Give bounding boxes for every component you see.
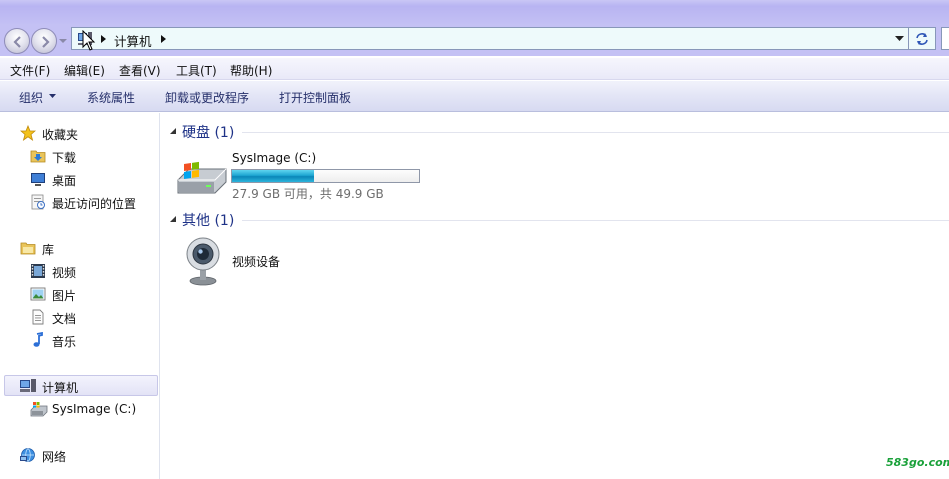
nav-desktop-label: 桌面	[52, 174, 77, 188]
group-divider	[242, 132, 949, 133]
address-bar[interactable]: 计算机	[71, 27, 909, 50]
watermark: 583go.com	[886, 456, 949, 469]
menu-view[interactable]: 查看(V)	[119, 62, 161, 79]
open-control-panel-button[interactable]: 打开控制面板	[279, 89, 351, 106]
organize-button[interactable]: 组织	[19, 89, 43, 106]
library-folder-icon	[20, 242, 36, 255]
group-divider	[242, 220, 949, 221]
menu-bar: 文件(F) 编辑(E) 查看(V) 工具(T) 帮助(H)	[0, 58, 949, 80]
hard-drive-icon	[177, 161, 227, 194]
forward-arrow-icon	[42, 36, 50, 48]
nav-favorites-label: 收藏夹	[42, 128, 79, 142]
back-button[interactable]	[4, 28, 30, 54]
mouse-cursor-icon	[82, 30, 96, 51]
nav-network-label: 网络	[42, 450, 67, 464]
address-row: 计算机	[0, 24, 949, 56]
drive-c-name: SysImage (C:)	[232, 151, 317, 165]
menu-file[interactable]: 文件(F)	[10, 62, 50, 79]
group-other-title: 其他 (1)	[182, 213, 235, 229]
nav-libraries-label: 库	[42, 243, 55, 257]
breadcrumb-computer[interactable]: 计算机	[114, 31, 152, 50]
collapse-triangle-icon[interactable]	[170, 216, 177, 223]
system-properties-button[interactable]: 系统属性	[87, 89, 135, 106]
navigation-pane: 收藏夹 下载 桌面 最近访问的位置 库 视频 图片 文档 音乐 计算机 SysI…	[0, 113, 160, 479]
network-icon	[20, 448, 35, 462]
star-icon	[20, 125, 36, 141]
refresh-icon	[916, 33, 928, 45]
address-dropdown-icon[interactable]	[895, 36, 904, 42]
document-icon	[32, 309, 44, 325]
drive-usage-fill	[232, 170, 315, 182]
breadcrumb-separator-icon[interactable]	[101, 35, 106, 43]
group-hard-disks-title: 硬盘 (1)	[182, 125, 235, 141]
refresh-button[interactable]	[909, 27, 936, 50]
collapse-triangle-icon[interactable]	[170, 128, 177, 135]
group-other[interactable]: 其他 (1)	[170, 210, 949, 230]
webcam-icon	[186, 237, 220, 286]
music-note-icon	[33, 332, 43, 347]
nav-downloads-label: 下载	[52, 151, 77, 165]
downloads-folder-icon	[30, 150, 46, 163]
menu-edit[interactable]: 编辑(E)	[64, 62, 105, 79]
recent-places-icon	[31, 194, 45, 210]
search-box[interactable]	[941, 27, 949, 50]
picture-icon	[30, 287, 46, 301]
recent-pages-dropdown-icon[interactable]	[58, 36, 68, 46]
forward-button[interactable]	[31, 28, 57, 54]
drive-usage-bar	[231, 169, 420, 183]
video-icon	[31, 264, 45, 278]
computer-icon	[20, 379, 36, 392]
nav-drive-c-label: SysImage (C:)	[52, 402, 137, 416]
video-device-name: 视频设备	[232, 255, 281, 269]
desktop-icon	[31, 173, 45, 186]
drive-free-space: 27.9 GB 可用，共 49.9 GB	[232, 187, 384, 201]
window-top-strip	[0, 0, 949, 26]
menu-tools[interactable]: 工具(T)	[176, 62, 217, 79]
nav-computer-label: 计算机	[42, 381, 79, 395]
back-arrow-icon	[13, 36, 21, 48]
uninstall-program-button[interactable]: 卸载或更改程序	[165, 89, 249, 106]
organize-dropdown-icon[interactable]	[49, 94, 56, 99]
menu-help[interactable]: 帮助(H)	[230, 62, 272, 79]
nav-music-label: 音乐	[52, 335, 77, 349]
nav-documents-label: 文档	[52, 312, 77, 326]
command-bar: 组织 系统属性 卸载或更改程序 打开控制面板	[0, 81, 949, 112]
nav-videos-label: 视频	[52, 266, 77, 280]
breadcrumb-separator-icon[interactable]	[161, 35, 166, 43]
nav-pictures-label: 图片	[52, 289, 77, 303]
group-hard-disks[interactable]: 硬盘 (1)	[170, 122, 949, 142]
nav-recent-places-label: 最近访问的位置	[52, 197, 137, 211]
hard-drive-icon	[30, 402, 48, 417]
